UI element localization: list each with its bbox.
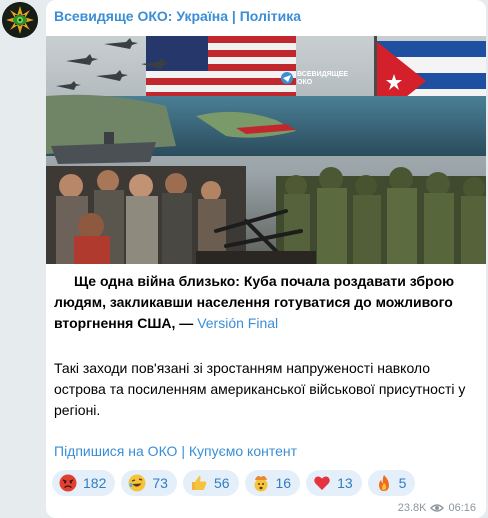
message-bubble: Всевидяще ОКО: Україна | Політика ВСЕВИД… bbox=[46, 0, 486, 518]
rofl-face-icon bbox=[128, 474, 146, 492]
view-count: 23.8K bbox=[397, 502, 427, 514]
reaction-heart[interactable]: 13 bbox=[306, 470, 362, 496]
us-flag bbox=[146, 36, 296, 98]
reaction-fire[interactable]: 5 bbox=[367, 470, 416, 496]
crowd bbox=[46, 166, 246, 264]
watermark-line2: ОКО bbox=[297, 79, 313, 86]
subscribe-link[interactable]: Підпишися на ОКО bbox=[54, 443, 177, 459]
war-illustration: ВСЕВИДЯЩЕЕ ОКО bbox=[46, 36, 486, 264]
eye-icon bbox=[430, 504, 445, 512]
eye-emblem-icon bbox=[2, 2, 38, 38]
channel-name[interactable]: Всевидяще ОКО: Україна | Політика bbox=[54, 8, 301, 24]
message-meta: 23.8K 06:16 bbox=[398, 502, 476, 514]
reaction-count: 16 bbox=[275, 475, 292, 491]
source-link[interactable]: Versión Final bbox=[197, 315, 278, 331]
post-footer: Підпишися на ОКО | Купуємо контент bbox=[54, 441, 478, 462]
watermark-line1: ВСЕВИДЯЩЕЕ bbox=[297, 71, 348, 78]
reaction-thumbs-up[interactable]: 56 bbox=[182, 470, 239, 496]
buy-content-link[interactable]: Купуємо контент bbox=[189, 443, 297, 459]
fire-icon bbox=[378, 475, 389, 491]
post-image[interactable]: ВСЕВИДЯЩЕЕ ОКО bbox=[46, 36, 486, 264]
post-paragraph: Такі заходи пов'язані зі зростанням напр… bbox=[54, 360, 466, 418]
post-headline: Ще одна війна близько: Куба почала розда… bbox=[54, 271, 478, 334]
channel-avatar[interactable] bbox=[2, 2, 38, 38]
exploding-head-icon bbox=[254, 476, 268, 492]
reaction-count: 73 bbox=[152, 475, 168, 491]
reaction-angry[interactable]: 182 bbox=[52, 470, 116, 496]
thumbs-up-icon bbox=[191, 476, 207, 490]
message-time: 06:16 bbox=[448, 502, 476, 514]
reaction-count: 5 bbox=[398, 475, 407, 491]
red-heart-icon bbox=[314, 476, 330, 490]
angry-face-icon bbox=[59, 474, 77, 492]
reaction-count: 182 bbox=[83, 475, 107, 491]
reaction-exploding-head[interactable]: 16 bbox=[244, 470, 301, 496]
reaction-rofl[interactable]: 73 bbox=[121, 470, 177, 496]
soldiers bbox=[276, 167, 486, 264]
reaction-count: 13 bbox=[337, 475, 353, 491]
reactions-bar: 182 73 56 16 13 5 bbox=[52, 470, 416, 496]
reaction-count: 56 bbox=[213, 475, 230, 491]
footer-separator: | bbox=[181, 443, 185, 459]
